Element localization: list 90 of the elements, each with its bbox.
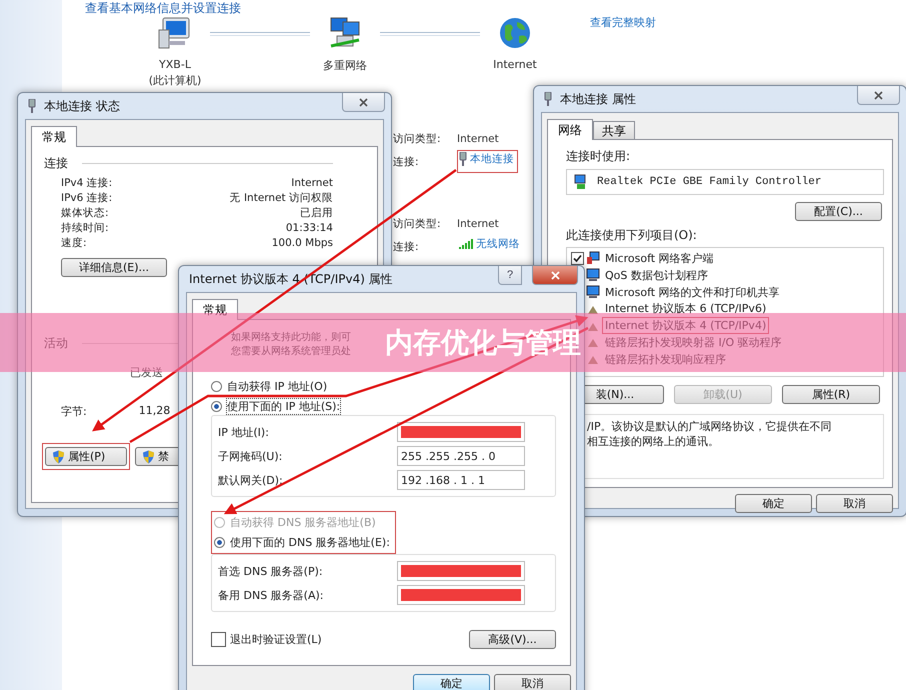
access-type-value: Internet [457,218,499,230]
field-label: IP 地址(I): [218,424,269,440]
list-item[interactable]: Internet 协议版本 6 (TCP/IPv6) [602,300,770,318]
shield-button[interactable]: 属性(P) [45,447,127,466]
connection-link[interactable]: 无线网络 [457,235,524,258]
section-heading: 查看基本网络信息并设置连接 [85,0,241,17]
radio-button[interactable] [211,401,222,412]
adapter-field: Realtek PCIe GBE Family Controller [566,169,884,195]
details-button[interactable]: 详细信息(E)... [61,258,167,277]
close-button[interactable] [857,86,900,105]
globe-icon [497,16,533,50]
dialog-button[interactable]: 取消 [816,494,893,513]
node-label: YXB-L [159,58,191,71]
ip-address-field[interactable] [397,585,525,605]
column-heading: 已发送 [130,366,163,379]
list-item[interactable]: Microsoft 网络客户端 [602,250,717,267]
access-type-value: Internet [457,133,499,145]
field-value: Internet [291,176,333,188]
field-label: IPv4 连接: [61,176,112,190]
field-label: 首选 DNS 服务器(P): [218,564,323,578]
help-button[interactable]: ? [498,266,522,285]
shield-icon [52,450,65,464]
close-icon [359,98,368,106]
tab[interactable]: 共享 [593,121,635,139]
connection-label: 连接: [393,240,420,254]
radio-button[interactable] [211,381,222,392]
list-action-button[interactable]: 属性(R) [782,385,880,404]
ip-address-field[interactable] [397,561,525,581]
node-sublabel: (此计算机) [148,73,202,88]
field-value: 已启用 [300,206,333,220]
computer-icon [586,251,600,266]
node-label: Internet [493,58,537,71]
ip-address-field[interactable] [397,422,525,442]
close-button[interactable] [532,266,578,285]
close-icon [874,90,883,100]
dialog-button[interactable]: 确定 [413,674,490,690]
radio-label[interactable]: 使用下面的 DNS 服务器地址(E): [229,534,391,551]
dialog-button[interactable]: 取消 [494,674,571,690]
computer-icon [586,268,600,282]
plug-icon [459,152,467,166]
checkbox[interactable] [571,252,584,265]
field-label: 速度: [61,236,87,250]
field-label: 媒体状态: [61,206,109,220]
access-type-label: 访问类型: [393,217,442,231]
window-title: 本地连接 属性 [560,90,636,108]
tab[interactable]: 常规 [192,299,238,320]
radio-label[interactable]: 自动获得 IP 地址(O) [226,378,328,395]
ip-address-field[interactable]: 255 .255 .255 . 0 [397,446,525,466]
field-label: 字节: [61,404,87,419]
close-icon [550,270,560,280]
plug-icon [544,92,552,106]
configure-button[interactable]: 配置(C)... [795,202,882,221]
section-heading: 活动 [44,335,68,352]
close-button[interactable] [342,93,385,112]
plug-icon [28,99,36,113]
tab[interactable]: 常规 [31,126,77,147]
field-value: 01:33:14 [286,222,333,234]
field-value: 11,28 [138,404,170,419]
section-heading: 连接 [44,155,68,172]
full-map-link[interactable]: 查看完整映射 [590,15,656,30]
signal-icon [459,239,473,249]
field-value: 无 Internet 访问权限 [230,190,333,204]
advanced-button[interactable]: 高级(V)... [469,630,556,649]
window-title: 本地连接 状态 [44,98,120,114]
connection-label: 连接: [393,154,420,168]
access-type-label: 访问类型: [393,132,442,146]
dialog-button[interactable]: 确定 [735,494,812,513]
intro-text: 您需要从网络系统管理员处 [231,344,351,358]
list-item[interactable]: Microsoft 网络的文件和打印机共享 [602,284,783,300]
field-value: 100.0 Mbps [272,236,333,248]
tab[interactable]: 网络 [547,119,593,140]
intro-text: 如果网络支持此功能，则可 [231,330,351,344]
computer-icon [586,284,600,299]
field-label: IPv6 连接: [61,190,112,204]
field-label: 默认网关(D): [218,472,283,488]
window-title: Internet 协议版本 4 (TCP/IPv4) 属性 [189,270,393,288]
field-label: 子网掩码(U): [218,448,282,464]
field-label: 持续时间: [61,220,109,234]
radio-label[interactable]: 使用下面的 IP 地址(S): [226,398,342,415]
shield-icon [142,450,155,464]
radio-button[interactable] [214,537,225,548]
field-label: 备用 DNS 服务器(A): [218,588,324,602]
checkbox[interactable] [211,632,226,647]
list-item[interactable]: QoS 数据包计划程序 [602,266,711,284]
connection-link[interactable]: 本地连接 [457,150,518,173]
checkbox-label[interactable]: 退出时验证设置(L) [230,632,322,647]
ip-address-field[interactable]: 192 .168 . 1 . 1 [397,470,525,490]
field-label: 连接时使用: [566,148,632,165]
node-label: 多重网络 [323,58,367,73]
list-label: 此连接使用下列项目(O): [566,227,698,244]
